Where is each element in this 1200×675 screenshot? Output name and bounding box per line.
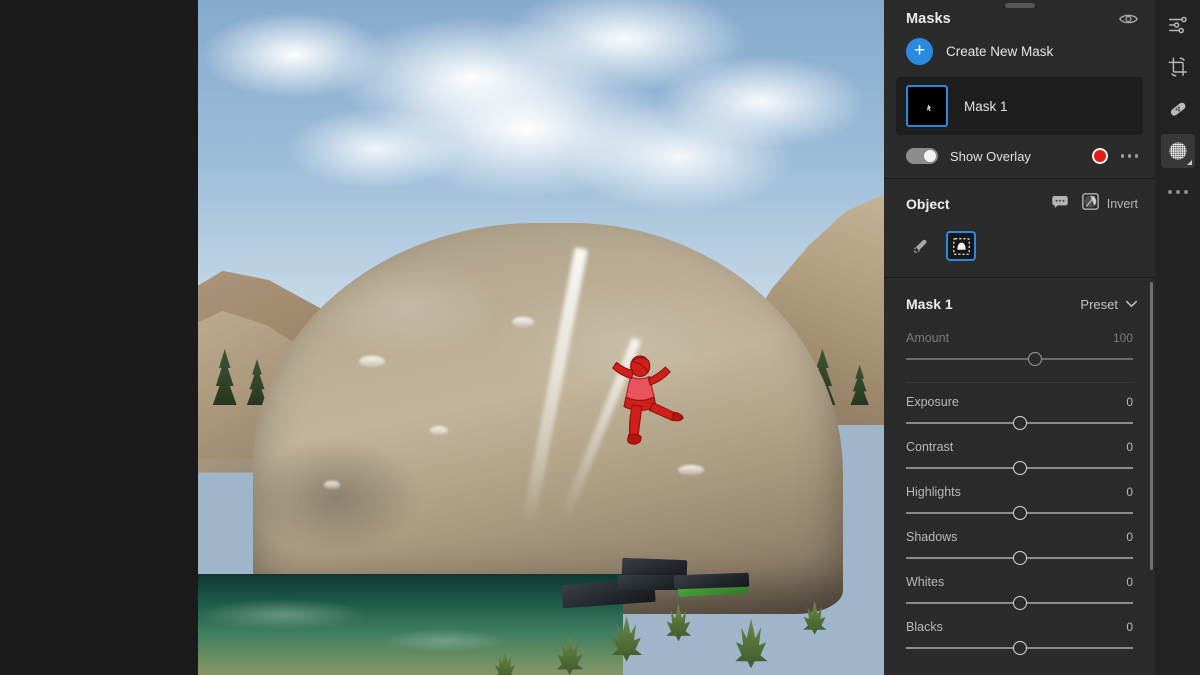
slider-track[interactable] [906,639,1133,657]
slider-knob[interactable] [1012,461,1027,475]
slider-contrast: Contrast 0 [906,434,1133,479]
slider-whites: Whites 0 [906,569,1133,614]
slider-track[interactable] [906,549,1133,567]
create-new-mask-label: Create New Mask [946,44,1054,59]
show-overlay-label: Show Overlay [950,148,1031,164]
object-tool-row [906,231,1138,261]
masks-panel: Masks + Create New Mask Mask 1 Show Over… [884,0,1155,675]
mask-thumbnail[interactable] [906,85,948,127]
healing-brush-icon[interactable] [1161,92,1195,126]
crop-icon[interactable] [1161,50,1195,84]
slider-knob[interactable] [1012,506,1027,520]
masking-icon[interactable] [1160,134,1195,168]
slider-track[interactable] [906,459,1133,477]
invert-icon [1081,193,1099,215]
slider-label: Contrast [906,440,954,454]
slider-shadows: Shadows 0 [906,524,1133,569]
panel-drag-handle[interactable] [1004,3,1035,8]
slider-label: Blacks [906,620,943,634]
slider-value[interactable]: 0 [1126,485,1133,499]
slider-label: Exposure [906,395,959,409]
slider-blacks: Blacks 0 [906,614,1133,659]
overlay-controls [1091,148,1138,164]
slider-amount: Amount 100 [906,325,1133,370]
slider-separator [906,382,1133,383]
lightroom-masking-screen: Masks + Create New Mask Mask 1 Show Over… [0,0,1200,675]
slider-value[interactable]: 0 [1126,620,1133,634]
show-overlay-toggle[interactable] [906,148,938,164]
slider-line [906,358,1133,360]
photo-image[interactable] [198,0,884,675]
slider-header: Amount 100 [906,331,1133,345]
slider-value[interactable]: 100 [1113,331,1133,345]
slider-header: Highlights 0 [906,485,1133,499]
slider-label: Amount [906,331,950,345]
slider-label: Shadows [906,530,958,544]
invert-label: Invert [1106,197,1138,211]
slider-knob[interactable] [1012,641,1027,655]
comment-bubble-icon[interactable] [1052,195,1068,213]
overlay-more-options-icon[interactable] [1120,154,1138,158]
right-toolbar [1155,0,1200,675]
slider-track[interactable] [906,504,1133,522]
slider-track[interactable] [906,594,1133,612]
object-section: Object Invert [884,179,1155,277]
show-overlay-row: Show Overlay [884,135,1155,178]
slider-header: Shadows 0 [906,530,1133,544]
mask-list-item[interactable]: Mask 1 [896,77,1143,135]
slider-value[interactable]: 0 [1126,530,1133,544]
eye-icon[interactable] [1119,12,1138,26]
slider-header: Whites 0 [906,575,1133,589]
create-new-mask-button[interactable]: + Create New Mask [884,32,1155,75]
plus-icon: + [906,38,933,65]
invert-button[interactable]: Invert [1081,193,1138,215]
more-options-icon[interactable] [1167,190,1188,194]
object-section-header: Object Invert [906,193,1138,215]
panel-title: Masks [906,11,951,27]
slider-header: Contrast 0 [906,440,1133,454]
river-water [198,573,624,675]
slider-highlights: Highlights 0 [906,479,1133,524]
slider-value[interactable]: 0 [1126,440,1133,454]
slider-exposure: Exposure 0 [906,389,1133,434]
slider-knob[interactable] [1012,551,1027,565]
slider-knob[interactable] [1012,416,1027,430]
climber-subject-with-mask-overlay [592,354,688,462]
chevron-down-icon [1125,295,1138,313]
slider-header: Exposure 0 [906,395,1133,409]
mask-thumbnail-shape [926,104,932,112]
slider-knob[interactable] [1028,352,1043,366]
slider-header: Blacks 0 [906,620,1133,634]
object-select-tool-button[interactable] [946,231,976,261]
slider-value[interactable]: 0 [1126,395,1133,409]
slider-value[interactable]: 0 [1126,575,1133,589]
edit-sliders-icon[interactable] [1161,8,1195,42]
mask-name-label: Mask 1 [964,98,1008,114]
slider-label: Highlights [906,485,961,499]
mask-sliders: Amount 100 Exposure 0 Contrast 0 Highlights 0 Sh… [884,319,1155,659]
object-header-controls: Invert [1052,193,1138,215]
slider-track[interactable] [906,350,1133,368]
slider-knob[interactable] [1012,596,1027,610]
overlay-color-swatch[interactable] [1091,148,1108,164]
mask-edit-title: Mask 1 [906,296,953,312]
preset-dropdown[interactable]: Preset [1080,295,1138,313]
object-section-title: Object [906,196,950,212]
photo-canvas[interactable] [0,0,884,675]
brush-tool-button[interactable] [906,231,936,261]
preset-label: Preset [1080,296,1118,312]
slider-track[interactable] [906,414,1133,432]
slider-label: Whites [906,575,945,589]
panel-scrollbar[interactable] [1150,282,1153,570]
mask-edit-header: Mask 1 Preset [884,278,1155,319]
